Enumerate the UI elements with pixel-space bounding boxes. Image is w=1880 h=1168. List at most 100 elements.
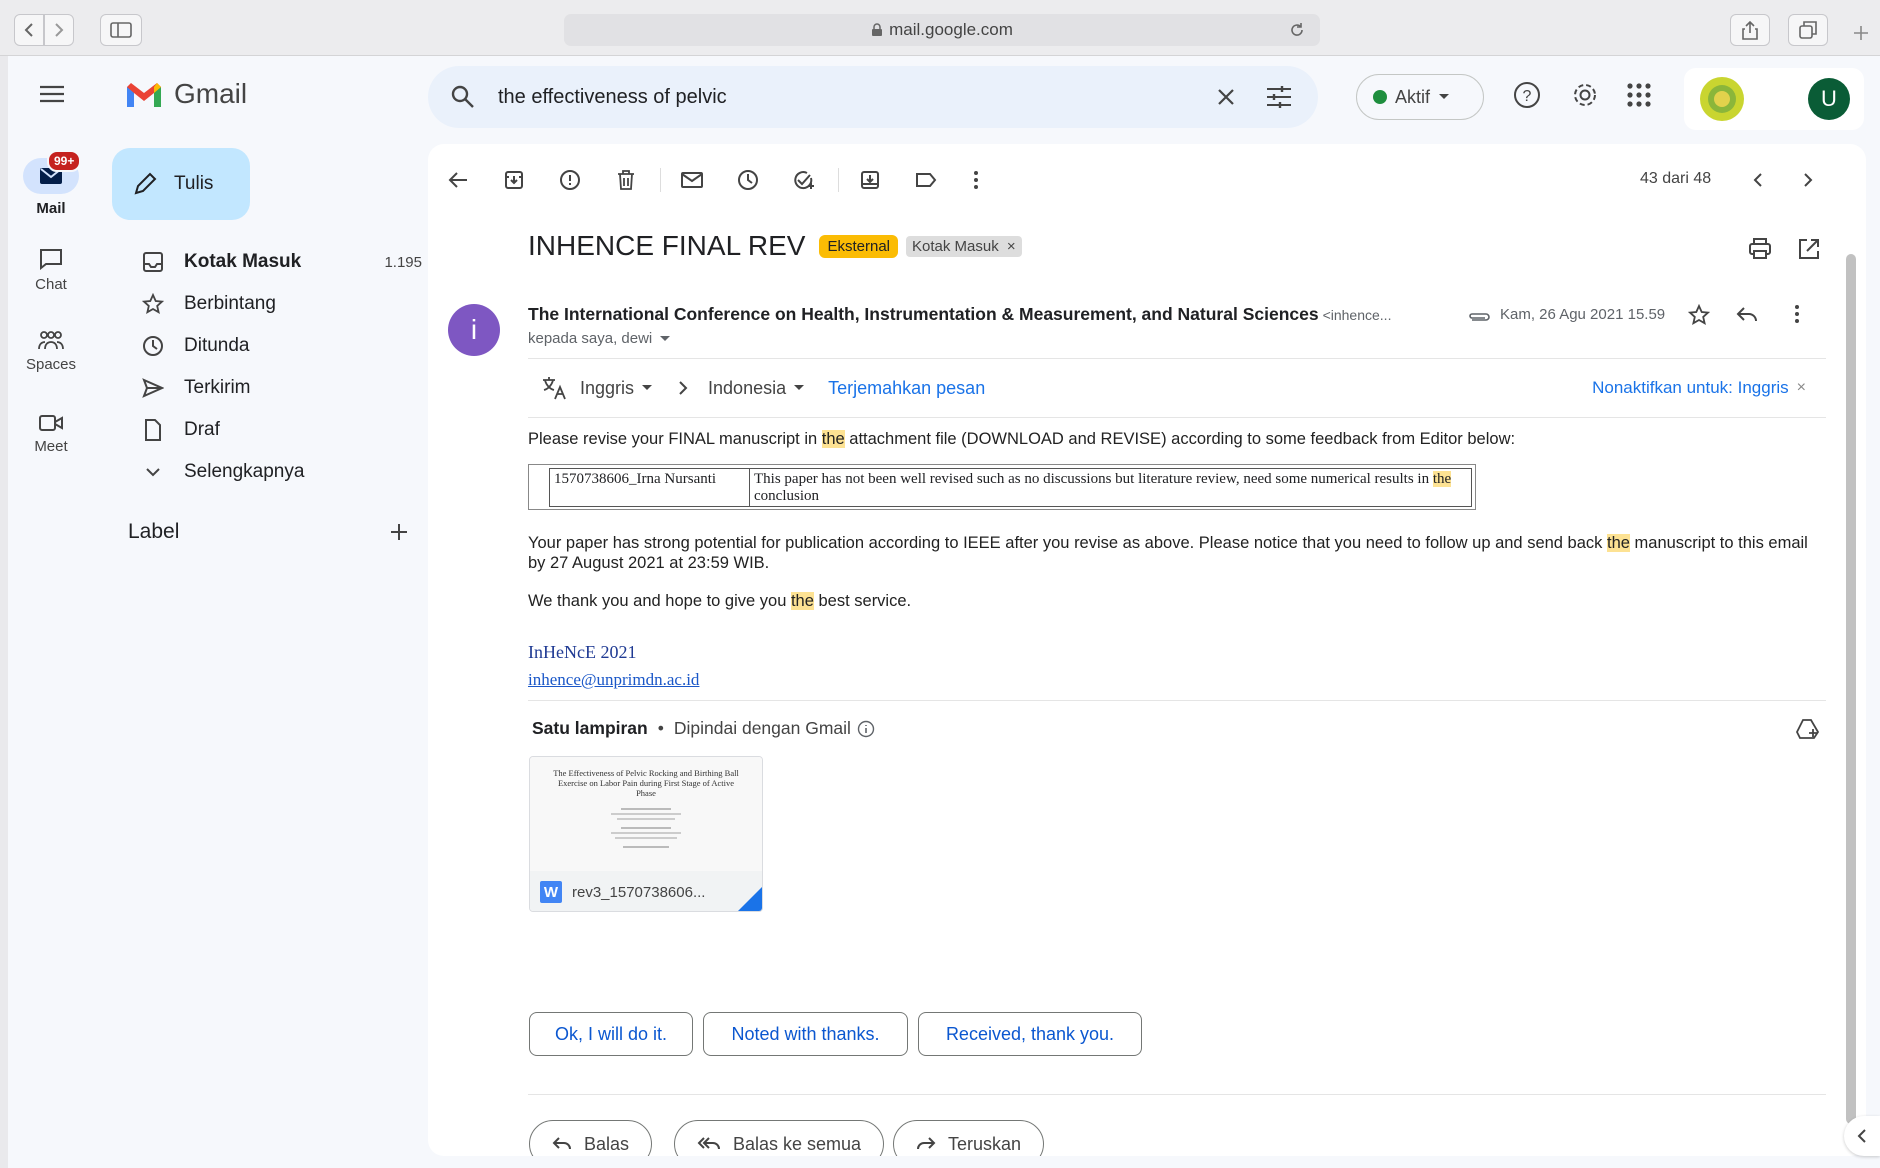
lock-icon <box>872 23 883 36</box>
chevron-left-icon <box>24 23 33 37</box>
info-icon[interactable] <box>857 720 875 738</box>
status-label: Aktif <box>1395 86 1431 107</box>
search-input[interactable]: the effectiveness of pelvic <box>498 86 1216 109</box>
nav-item-drafts[interactable]: Draf <box>126 410 426 450</box>
nav-item-sent[interactable]: Terkirim <box>126 368 426 408</box>
back-button[interactable] <box>14 14 44 46</box>
help-button[interactable]: ? <box>1512 80 1542 110</box>
search-icon[interactable] <box>450 84 476 110</box>
reply-all-button[interactable]: Balas ke semua <box>674 1120 885 1156</box>
nav-item-more[interactable]: Selengkapnya <box>126 452 426 492</box>
print-button[interactable] <box>1748 238 1772 260</box>
table-row: 1570738606_Irna Nursanti This paper has … <box>549 468 1472 507</box>
nav-label: Ditunda <box>184 335 250 356</box>
newer-button[interactable] <box>1738 160 1778 200</box>
status-button[interactable]: Aktif <box>1356 74 1484 120</box>
older-button[interactable] <box>1788 160 1828 200</box>
alert-icon <box>560 170 580 190</box>
remove-label-icon[interactable]: × <box>1007 238 1016 255</box>
smart-reply-button[interactable]: Received, thank you. <box>918 1012 1142 1056</box>
reply-icon-button[interactable] <box>1736 306 1758 324</box>
account-area[interactable]: U <box>1684 68 1864 130</box>
back-to-list-button[interactable] <box>438 160 478 200</box>
nav-item-snoozed[interactable]: Ditunda <box>126 326 426 366</box>
avatar[interactable]: U <box>1808 78 1850 120</box>
search-options-icon[interactable] <box>1266 85 1292 109</box>
smart-reply-button[interactable]: Noted with thanks. <box>703 1012 908 1056</box>
main-menu-button[interactable] <box>36 78 68 110</box>
word-doc-icon: W <box>540 881 562 903</box>
delete-button[interactable] <box>606 160 646 200</box>
attachment-preview: The Effectiveness of Pelvic Rocking and … <box>530 757 762 871</box>
snooze-button[interactable] <box>728 160 768 200</box>
chevron-right-icon <box>679 381 688 395</box>
mark-unread-button[interactable] <box>672 160 712 200</box>
new-tab-button[interactable] <box>1846 18 1876 48</box>
tabs-overview-button[interactable] <box>1788 14 1828 46</box>
reload-icon[interactable] <box>1288 21 1306 39</box>
rail-item-spaces[interactable]: Spaces <box>8 330 94 373</box>
reply-all-icon <box>697 1137 720 1150</box>
address-bar[interactable]: mail.google.com <box>564 14 1320 46</box>
toolbar-divider <box>838 168 839 192</box>
add-label-icon[interactable] <box>390 523 408 541</box>
chevron-down-icon <box>146 468 160 477</box>
side-panel-toggle[interactable] <box>1844 1116 1880 1156</box>
sender-avatar[interactable]: i <box>448 304 500 356</box>
attachment-card[interactable]: The Effectiveness of Pelvic Rocking and … <box>529 756 763 912</box>
report-spam-button[interactable] <box>550 160 590 200</box>
forward-button[interactable] <box>44 14 74 46</box>
share-button[interactable] <box>1730 14 1770 46</box>
message-more-button[interactable] <box>1794 304 1800 324</box>
forward-label: Teruskan <box>948 1133 1022 1154</box>
signature-email-link[interactable]: inhence@unprimdn.ac.id <box>528 670 699 690</box>
nav-item-starred[interactable]: Berbintang <box>126 284 426 324</box>
star-icon <box>1688 304 1710 325</box>
more-actions-button[interactable] <box>956 160 996 200</box>
recipients-row[interactable]: kepada saya, dewi <box>528 330 671 347</box>
rail-item-mail[interactable]: 99+ Mail <box>8 150 94 217</box>
signature-name: InHeNcE 2021 <box>528 642 637 662</box>
scrollbar[interactable] <box>1846 254 1856 1124</box>
chevron-right-icon <box>1804 173 1813 187</box>
translate-message-link[interactable]: Terjemahkan pesan <box>828 378 985 399</box>
labels-button[interactable] <box>906 160 946 200</box>
smart-reply-button[interactable]: Ok, I will do it. <box>529 1012 693 1056</box>
move-to-icon <box>861 171 879 189</box>
archive-button[interactable] <box>494 160 534 200</box>
close-icon[interactable]: × <box>1797 379 1806 397</box>
subject-row: INHENCE FINAL REV Eksternal Kotak Masuk … <box>528 230 1022 262</box>
open-new-window-button[interactable] <box>1798 238 1820 260</box>
toolbar-divider <box>660 168 661 192</box>
nav-count: 1.195 <box>384 253 422 271</box>
text-span: best service. <box>813 592 912 610</box>
search-highlight: the <box>790 592 814 610</box>
rail-item-meet[interactable]: Meet <box>8 414 94 455</box>
target-language: Indonesia <box>708 377 787 398</box>
nav-item-inbox[interactable]: Kotak Masuk 1.195 <box>126 242 426 282</box>
gmail-logo[interactable]: Gmail <box>124 78 247 110</box>
reply-button[interactable]: Balas <box>529 1120 653 1156</box>
sender-name[interactable]: The International Conference on Health, … <box>528 304 1319 325</box>
add-to-tasks-button[interactable] <box>784 160 824 200</box>
source-language-select[interactable]: Inggris <box>580 378 653 399</box>
search-highlight: the <box>1432 471 1452 487</box>
compose-button[interactable]: Tulis <box>112 148 250 220</box>
apps-button[interactable] <box>1626 82 1652 108</box>
star-button[interactable] <box>1688 304 1710 326</box>
recipients: kepada saya, dewi <box>528 330 653 347</box>
email-subject: INHENCE FINAL REV <box>528 230 806 261</box>
envelope-icon <box>681 172 703 188</box>
rail-item-chat[interactable]: Chat <box>8 248 94 293</box>
sidebar-toggle-button[interactable] <box>100 14 142 46</box>
inbox-tag[interactable]: Kotak Masuk × <box>906 235 1022 257</box>
save-to-drive-button[interactable] <box>1796 718 1820 740</box>
target-language-select[interactable]: Indonesia <box>708 377 805 399</box>
settings-button[interactable] <box>1570 80 1600 110</box>
move-to-button[interactable] <box>850 160 890 200</box>
gear-icon <box>1574 84 1596 106</box>
forward-email-button[interactable]: Teruskan <box>893 1120 1045 1156</box>
clear-search-icon[interactable] <box>1216 87 1236 107</box>
disable-translation-link[interactable]: Nonaktifkan untuk: Inggris <box>1592 378 1789 398</box>
search-bar[interactable]: the effectiveness of pelvic <box>428 66 1318 128</box>
